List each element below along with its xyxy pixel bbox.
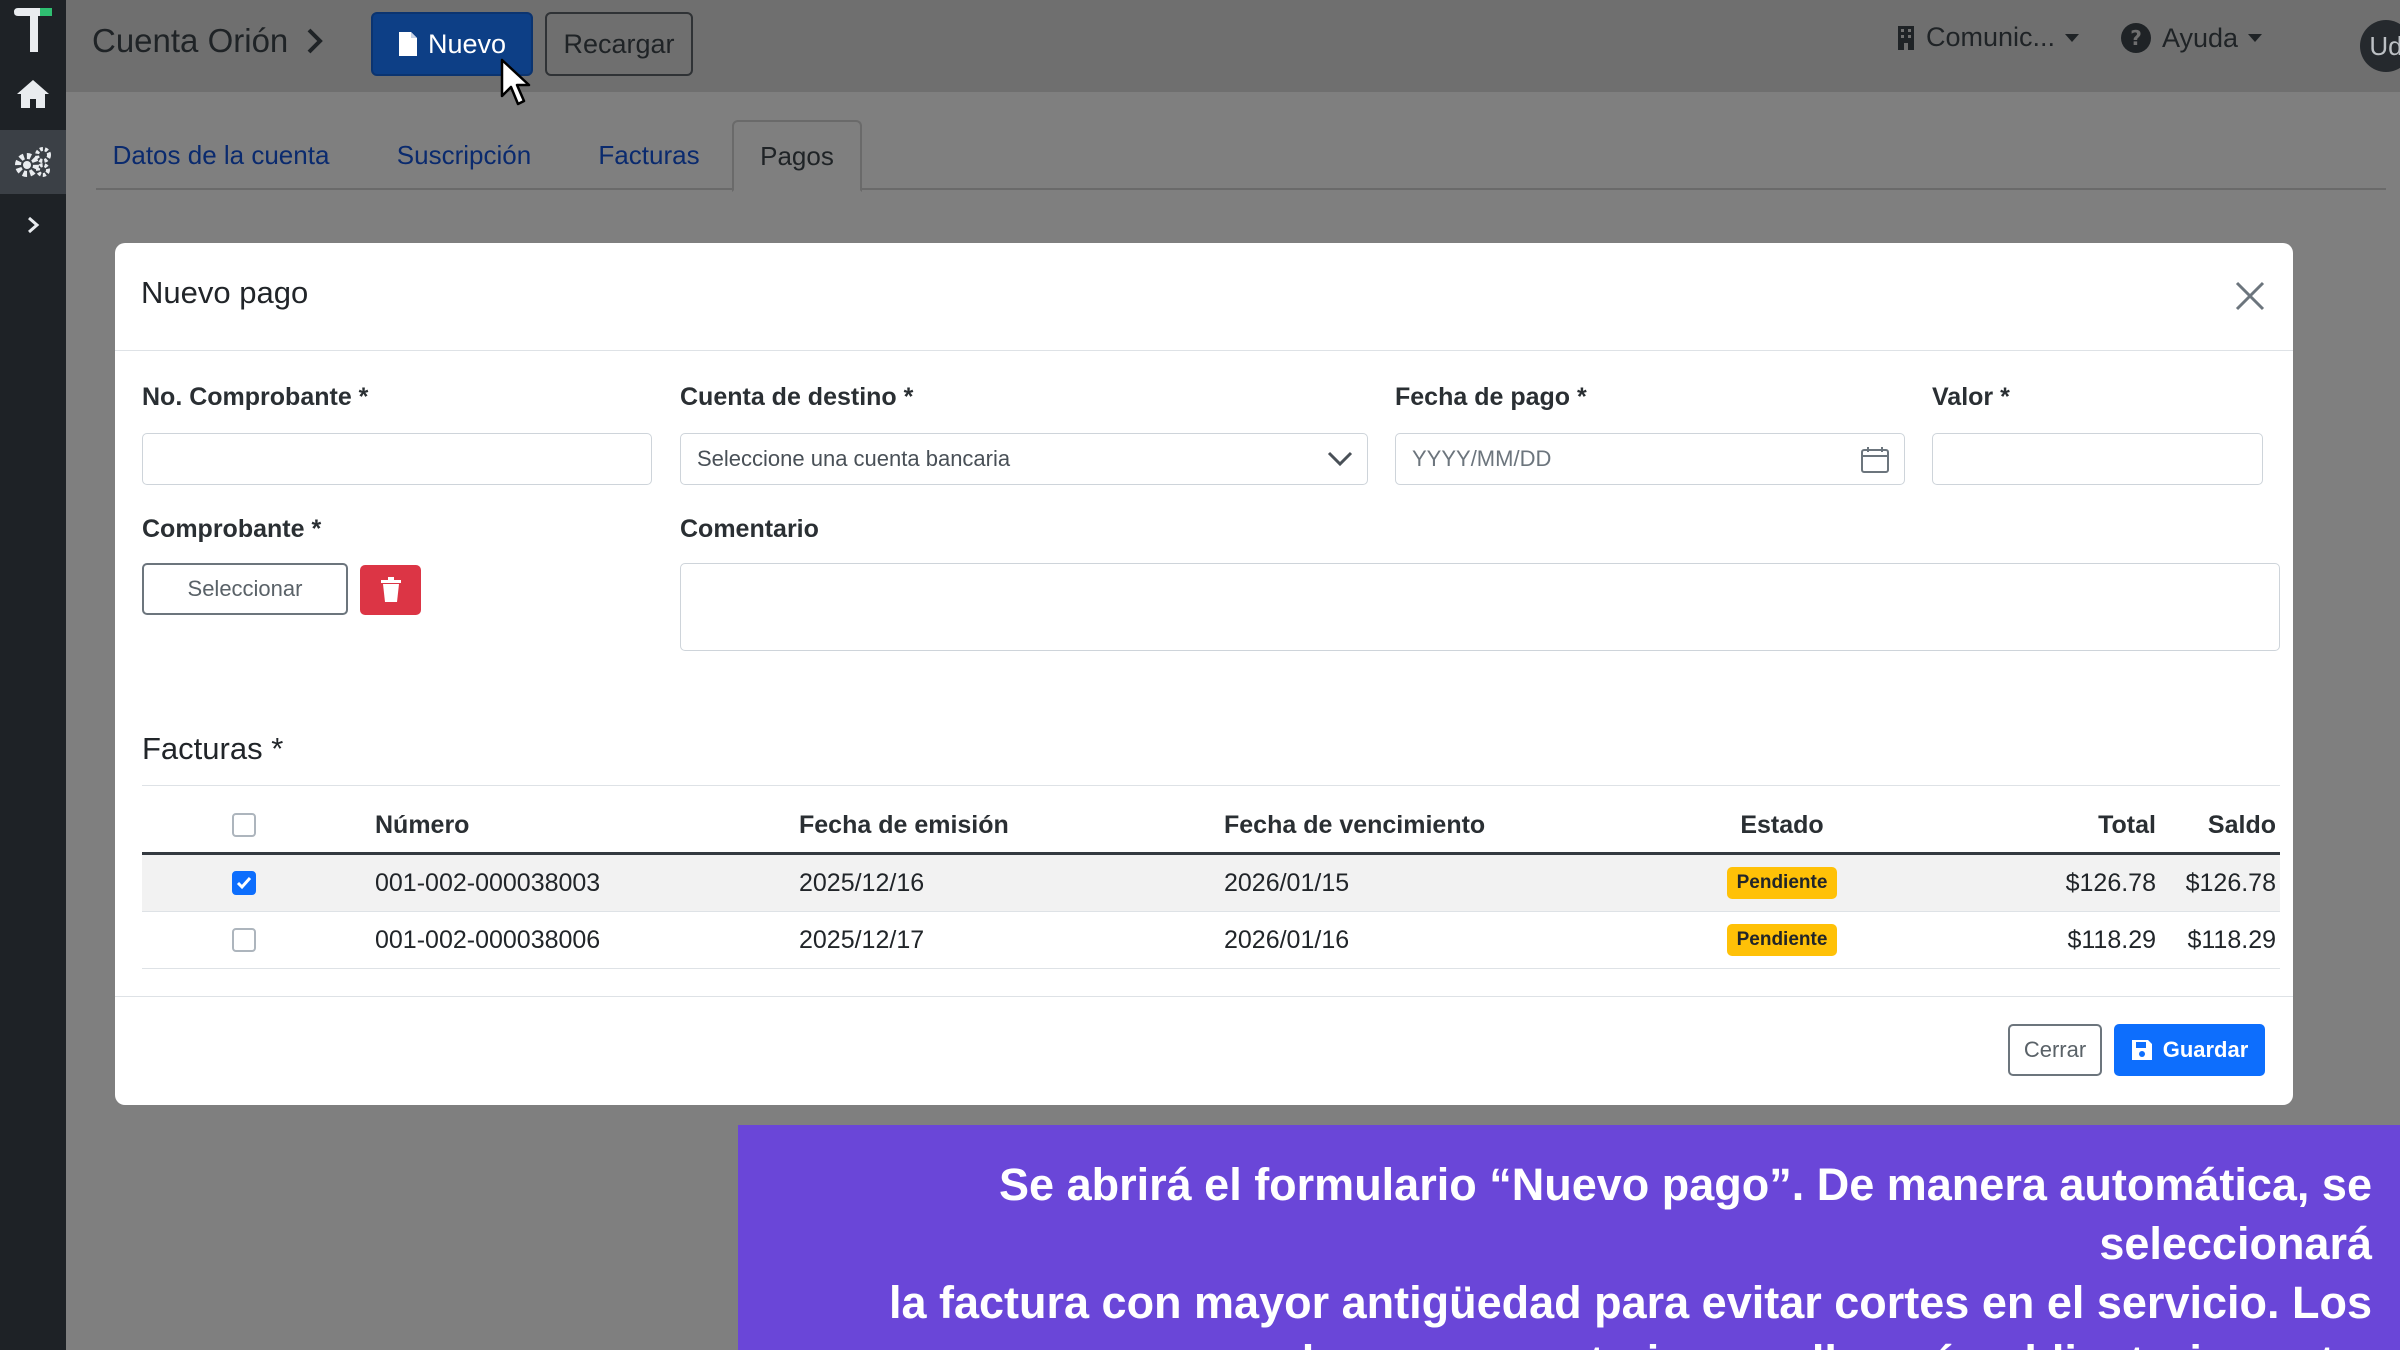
invoice-number: 001-002-000038006 [375,925,601,954]
column-header-total[interactable]: Total [1942,798,2156,852]
select-file-button[interactable]: Seleccionar [142,563,348,615]
save-disk-icon [2131,1040,2152,1060]
check-icon [236,877,252,890]
column-header-estado[interactable]: Estado [1667,798,1897,852]
modal-footer-divider [115,996,2293,997]
destination-account-label: Cuenta de destino * [680,383,914,411]
due-date: 2026/01/15 [1224,868,1350,897]
invoices-section-title: Facturas * [142,731,284,766]
user-avatar[interactable]: Ud [2360,20,2400,72]
new-payment-modal: Nuevo pago No. Comprobante * Cuenta de d… [115,243,2293,1105]
table-row[interactable]: 001-002-000038006 2025/12/17 2026/01/16 … [142,912,2280,969]
select-all-cell [232,798,256,852]
column-header-fecha-vencimiento[interactable]: Fecha de vencimiento [1224,798,1485,852]
close-icon[interactable] [2233,279,2267,313]
tab-pagos[interactable]: Pagos [732,120,862,192]
caption-line-3: campos marcados con un asterisco se llen… [758,1332,2372,1350]
column-header-saldo[interactable]: Saldo [2156,798,2276,852]
comment-textarea[interactable] [680,563,2280,651]
table-header: Número Fecha de emisión Fecha de vencimi… [142,798,2280,855]
breadcrumb: Cuenta Orión [92,22,324,60]
top-bar: Cuenta Orión Nuevo Recargar Comunic... ?… [66,0,2400,92]
status-cell: Pendiente [1667,855,1897,911]
status-badge: Pendiente [1726,924,1838,956]
save-button[interactable]: Guardar [2114,1024,2265,1076]
close-button[interactable]: Cerrar [2008,1024,2102,1076]
invoices-table: Número Fecha de emisión Fecha de vencimi… [142,798,2280,969]
row-checkbox[interactable] [232,928,256,952]
caption-line-1: Se abrirá el formulario “Nuevo pago”. De… [999,1159,2372,1269]
breadcrumb-account[interactable]: Cuenta Orión [92,22,288,60]
amount-input[interactable] [1932,433,2263,485]
invoice-balance: $118.29 [2187,925,2276,954]
column-header-numero[interactable]: Número [375,798,469,852]
breadcrumb-chevron-icon [307,28,324,54]
comment-label: Comentario [680,515,819,543]
chevron-down-icon [2248,34,2263,42]
payment-date-label: Fecha de pago * [1395,383,1587,411]
row-checkbox[interactable] [232,871,256,895]
divider [142,785,2280,786]
voucher-file-label: Comprobante * [142,515,322,543]
modal-header: Nuevo pago [115,243,2293,351]
settings-gears-icon[interactable] [0,130,66,194]
home-icon[interactable] [0,62,66,126]
issue-date: 2025/12/17 [799,925,925,954]
table-row[interactable]: 001-002-000038003 2025/12/16 2026/01/15 … [142,855,2280,912]
column-header-fecha-emision[interactable]: Fecha de emisión [799,798,1009,852]
question-circle-icon: ? [2121,23,2151,53]
delete-file-button[interactable] [360,565,421,615]
voucher-number-label: No. Comprobante * [142,383,369,411]
chevron-down-icon [2065,33,2080,42]
tab-facturas[interactable]: Facturas [590,120,708,190]
invoice-total: $118.29 [2067,925,2156,954]
invoice-number: 001-002-000038003 [375,868,601,897]
due-date: 2026/01/16 [1224,925,1350,954]
mouse-cursor-icon [500,58,531,106]
row-select-cell [232,855,256,911]
invoice-total: $126.78 [2065,868,2156,897]
reload-button[interactable]: Recargar [545,12,693,76]
issue-date: 2025/12/16 [799,868,925,897]
voucher-number-input[interactable] [142,433,652,485]
account-tabs: Datos de la cuenta Suscripción Facturas … [96,120,2386,192]
payment-date-input[interactable]: YYYY/MM/DD [1395,433,1905,485]
tab-datos-cuenta[interactable]: Datos de la cuenta [106,120,336,190]
chevron-down-icon [1327,451,1353,467]
amount-label: Valor * [1932,383,2010,411]
app-logo[interactable] [10,6,56,56]
svg-text:?: ? [2130,26,2142,50]
calendar-icon[interactable] [1860,446,1890,474]
caption-line-2: la factura con mayor antigüedad para evi… [888,1277,2372,1328]
sidebar [0,0,66,1350]
status-badge: Pendiente [1726,867,1838,899]
tutorial-caption: Se abrirá el formulario “Nuevo pago”. De… [738,1125,2400,1350]
tab-suscripcion[interactable]: Suscripción [384,120,544,190]
organization-menu[interactable]: Comunic... [1896,22,2080,53]
row-select-cell [232,912,256,968]
trash-icon [380,577,401,602]
select-all-checkbox[interactable] [232,813,256,837]
status-cell: Pendiente [1667,912,1897,968]
modal-title: Nuevo pago [141,275,309,310]
help-menu[interactable]: ? Ayuda [2120,22,2263,54]
expand-sidebar-chevron-icon[interactable] [0,200,66,250]
building-icon [1898,25,1914,50]
invoice-balance: $126.78 [2185,868,2276,897]
file-icon [398,32,417,56]
destination-account-select[interactable]: Seleccione una cuenta bancaria [680,433,1368,485]
